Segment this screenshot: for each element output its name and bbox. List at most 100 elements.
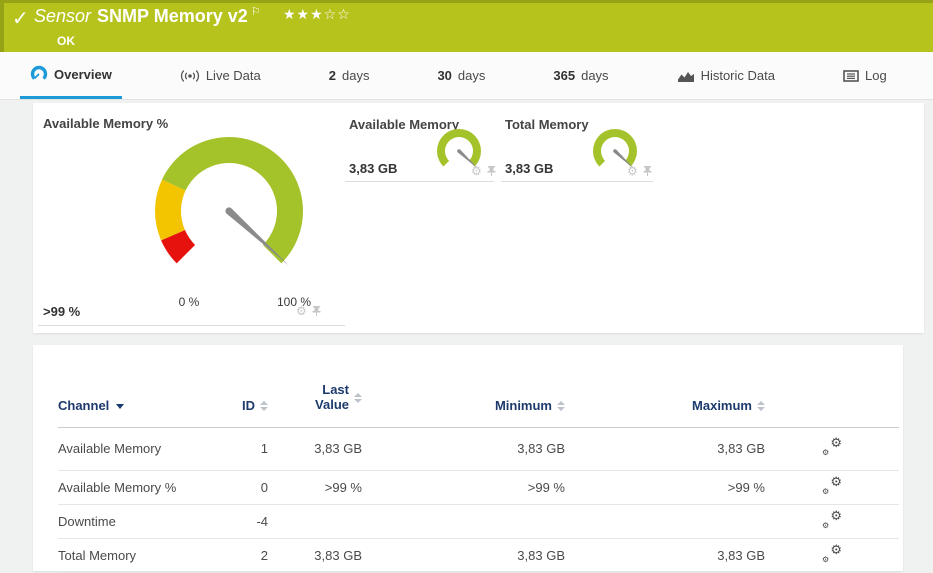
main-gauge-value: >99 %	[43, 304, 80, 319]
gear-icon: ⚙	[830, 509, 842, 524]
gear-icon[interactable]: ⚙	[471, 165, 482, 177]
gauge-icon	[30, 65, 48, 83]
channel-maximum	[565, 504, 765, 538]
column-label: Minimum	[495, 398, 552, 413]
gear-icon: ⚙	[822, 555, 829, 564]
table-row[interactable]: Available Memory 1 3,83 GB 3,83 GB 3,83 …	[58, 427, 899, 470]
column-label: ID	[242, 398, 255, 413]
mini-gauge-value: 3,83 GB	[505, 161, 553, 176]
gauge-scale-min: 0 %	[169, 295, 209, 309]
channel-name: Downtime	[58, 504, 230, 538]
column-header-minimum[interactable]: Minimum	[362, 375, 565, 427]
sensor-kind-label: Sensor	[34, 6, 91, 26]
table-row[interactable]: Available Memory % 0 >99 % >99 % >99 % ⚙…	[58, 470, 899, 504]
gear-icon: ⚙	[830, 475, 842, 490]
mini-gauge-title: Total Memory	[505, 117, 589, 132]
panel-divider	[501, 181, 653, 182]
pin-icon[interactable]	[312, 305, 321, 317]
channel-name: Available Memory	[58, 427, 230, 470]
status-check-icon: ✓	[12, 6, 29, 30]
tab-number: 30	[437, 68, 451, 83]
gear-icon: ⚙	[822, 448, 829, 457]
gear-icon: ⚙	[822, 521, 829, 530]
tab-label: days	[581, 68, 608, 83]
panel-divider	[38, 325, 345, 326]
channel-last-value: 3,83 GB	[268, 538, 362, 572]
stars-empty[interactable]: ☆☆	[324, 7, 351, 23]
channel-minimum: 3,83 GB	[362, 538, 565, 572]
sensor-header: ✓ SensorSNMP Memory v2⚐ ★★★☆☆ OK	[0, 0, 933, 52]
overview-gauges-panel: Available Memory % 0 % 100 % >99 % ⚙ Ava…	[33, 103, 924, 333]
tab-2-days[interactable]: 2 days	[319, 52, 380, 99]
column-header-channel[interactable]: Channel	[58, 375, 230, 427]
gauge-segment-yellow	[155, 179, 186, 240]
table-header-row: Channel ID Last Value Minimum Maximum	[58, 375, 899, 427]
tab-365-days[interactable]: 365 days	[543, 52, 618, 99]
tab-label: days	[458, 68, 485, 83]
channels-table: Channel ID Last Value Minimum Maximum	[58, 375, 899, 573]
gear-icon[interactable]: ⚙	[296, 305, 307, 317]
area-chart-icon	[677, 69, 695, 83]
tab-historic-data[interactable]: Historic Data	[667, 52, 785, 99]
channel-id: 2	[230, 538, 268, 572]
tab-30-days[interactable]: 30 days	[427, 52, 495, 99]
gauge-ring	[437, 129, 481, 167]
channel-settings-button[interactable]: ⚙⚙	[822, 545, 842, 563]
column-header-last-value[interactable]: Last Value	[268, 375, 362, 427]
channel-minimum: 3,83 GB	[362, 427, 565, 470]
stars-filled[interactable]: ★★★	[283, 7, 324, 23]
tab-label: days	[342, 68, 369, 83]
channel-last-value: 3,83 GB	[268, 427, 362, 470]
tab-number: 365	[553, 68, 575, 83]
column-label: Maximum	[692, 398, 752, 413]
channel-maximum: 3,83 GB	[565, 427, 765, 470]
column-header-id[interactable]: ID	[230, 375, 268, 427]
tab-bar: Overview Live Data 2 days 30 days 365 da…	[0, 52, 933, 100]
channel-settings-button[interactable]: ⚙⚙	[822, 477, 842, 495]
main-gauge	[149, 131, 309, 291]
table-row[interactable]: Downtime -4 ⚙⚙	[58, 504, 899, 538]
tab-label: Live Data	[206, 68, 261, 83]
pin-icon[interactable]	[487, 165, 496, 177]
tab-number: 2	[329, 68, 336, 83]
pin-icon[interactable]	[643, 165, 652, 177]
main-gauge-tools: ⚙	[296, 305, 321, 317]
channel-minimum: >99 %	[362, 470, 565, 504]
column-header-maximum[interactable]: Maximum	[565, 375, 765, 427]
mini-gauge-value: 3,83 GB	[349, 161, 397, 176]
table-row[interactable]: Total Memory 2 3,83 GB 3,83 GB 3,83 GB ⚙…	[58, 538, 899, 572]
channel-last-value: >99 %	[268, 470, 362, 504]
channel-id: -4	[230, 504, 268, 538]
channel-settings-button[interactable]: ⚙⚙	[822, 438, 842, 456]
column-label: Channel	[58, 398, 109, 413]
tab-label: Log	[865, 68, 887, 83]
tab-overview[interactable]: Overview	[20, 52, 122, 99]
channel-id: 0	[230, 470, 268, 504]
channel-settings-button[interactable]: ⚙⚙	[822, 511, 842, 529]
channel-name: Available Memory %	[58, 470, 230, 504]
gear-icon: ⚙	[830, 436, 842, 451]
sort-arrows-icon	[354, 393, 362, 403]
main-gauge-title: Available Memory %	[43, 116, 168, 131]
sort-arrows-icon	[260, 401, 268, 411]
tab-live-data[interactable]: Live Data	[170, 52, 271, 99]
page-title: SensorSNMP Memory v2⚐	[34, 5, 261, 27]
status-badge: OK	[57, 34, 75, 48]
gear-icon: ⚙	[822, 487, 829, 496]
channels-panel: Channel ID Last Value Minimum Maximum	[33, 345, 903, 571]
column-header-actions	[765, 375, 899, 427]
sort-arrows-icon	[757, 401, 765, 411]
panel-divider	[345, 181, 494, 182]
flag-icon: ⚐	[251, 5, 261, 18]
gauge-ring	[593, 129, 637, 167]
tab-log[interactable]: Log	[833, 52, 897, 99]
gear-icon[interactable]: ⚙	[627, 165, 638, 177]
channel-minimum	[362, 504, 565, 538]
priority-stars[interactable]: ★★★☆☆	[283, 7, 351, 23]
column-label: Last Value	[303, 383, 349, 413]
mini-gauge-tools: ⚙	[471, 165, 496, 177]
channel-name: Total Memory	[58, 538, 230, 572]
tab-label: Historic Data	[701, 68, 775, 83]
broadcast-icon	[180, 69, 200, 83]
tab-label: Overview	[54, 67, 112, 82]
